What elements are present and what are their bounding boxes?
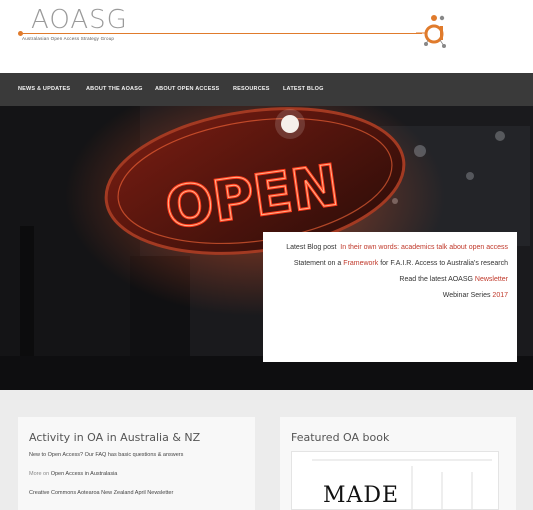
newsletter-link[interactable]: Newsletter	[475, 276, 508, 283]
activity-title: Activity in OA in Australia & NZ	[29, 431, 201, 444]
nav-latest-blog[interactable]: LATEST BLOG	[283, 73, 324, 106]
book-title-text: MADE	[323, 483, 400, 508]
site-header: AOASG Australasian Open Access Strategy …	[0, 0, 533, 72]
newsletter-line: Read the latest AOASG Newsletter	[263, 274, 508, 285]
newsletter-prefix: Read the latest AOASG	[399, 276, 473, 283]
main-nav: NEWS & UPDATES ABOUT THE AOASG ABOUT OPE…	[0, 73, 533, 106]
featured-book-title: Featured OA book	[291, 431, 390, 444]
webinar-2017-link[interactable]: 2017	[492, 292, 508, 299]
blog-prefix: Latest Blog post	[286, 244, 337, 251]
activity-item-text[interactable]: New to Open Access? Our FAQ has basic qu…	[29, 452, 183, 458]
nav-about-open-access[interactable]: ABOUT OPEN ACCESS	[155, 73, 219, 106]
activity-item-text[interactable]: Open Access in Australasia	[51, 471, 118, 477]
webinar-prefix: Webinar Series	[442, 292, 491, 299]
logo-subtitle: Australasian Open Access Strategy Group	[22, 36, 115, 41]
open-access-icon	[416, 15, 446, 48]
activity-item[interactable]: More on Open Access in Australasia	[29, 471, 117, 477]
hero-info-box: Latest Blog post In their own words: aca…	[263, 232, 517, 362]
logo-rule	[22, 33, 422, 34]
statement-suffix: for F.A.I.R. Access to Australia's resea…	[380, 260, 508, 267]
latest-blog-link[interactable]: In their own words: academics talk about…	[340, 244, 508, 251]
nav-about-aoasg[interactable]: ABOUT THE AOASG	[86, 73, 143, 106]
webinar-line: Webinar Series 2017	[263, 290, 508, 301]
statement-prefix: Statement on a	[293, 260, 342, 267]
site-logo[interactable]: AOASG	[31, 6, 128, 34]
statement-line: Statement on a Framework for F.A.I.R. Ac…	[263, 258, 508, 269]
activity-item-text[interactable]: Creative Commons Aotearoa New Zealand Ap…	[29, 490, 173, 496]
nav-news-updates[interactable]: NEWS & UPDATES	[18, 73, 70, 106]
book-cover-image[interactable]: MADE	[291, 451, 499, 510]
activity-item[interactable]: Creative Commons Aotearoa New Zealand Ap…	[29, 490, 173, 496]
framework-link[interactable]: Framework	[343, 260, 378, 267]
latest-blog-line: Latest Blog post In their own words: aca…	[263, 242, 508, 253]
nav-resources[interactable]: RESOURCES	[233, 73, 270, 106]
activity-item-muted: More on	[29, 471, 50, 477]
activity-item[interactable]: New to Open Access? Our FAQ has basic qu…	[29, 452, 183, 458]
